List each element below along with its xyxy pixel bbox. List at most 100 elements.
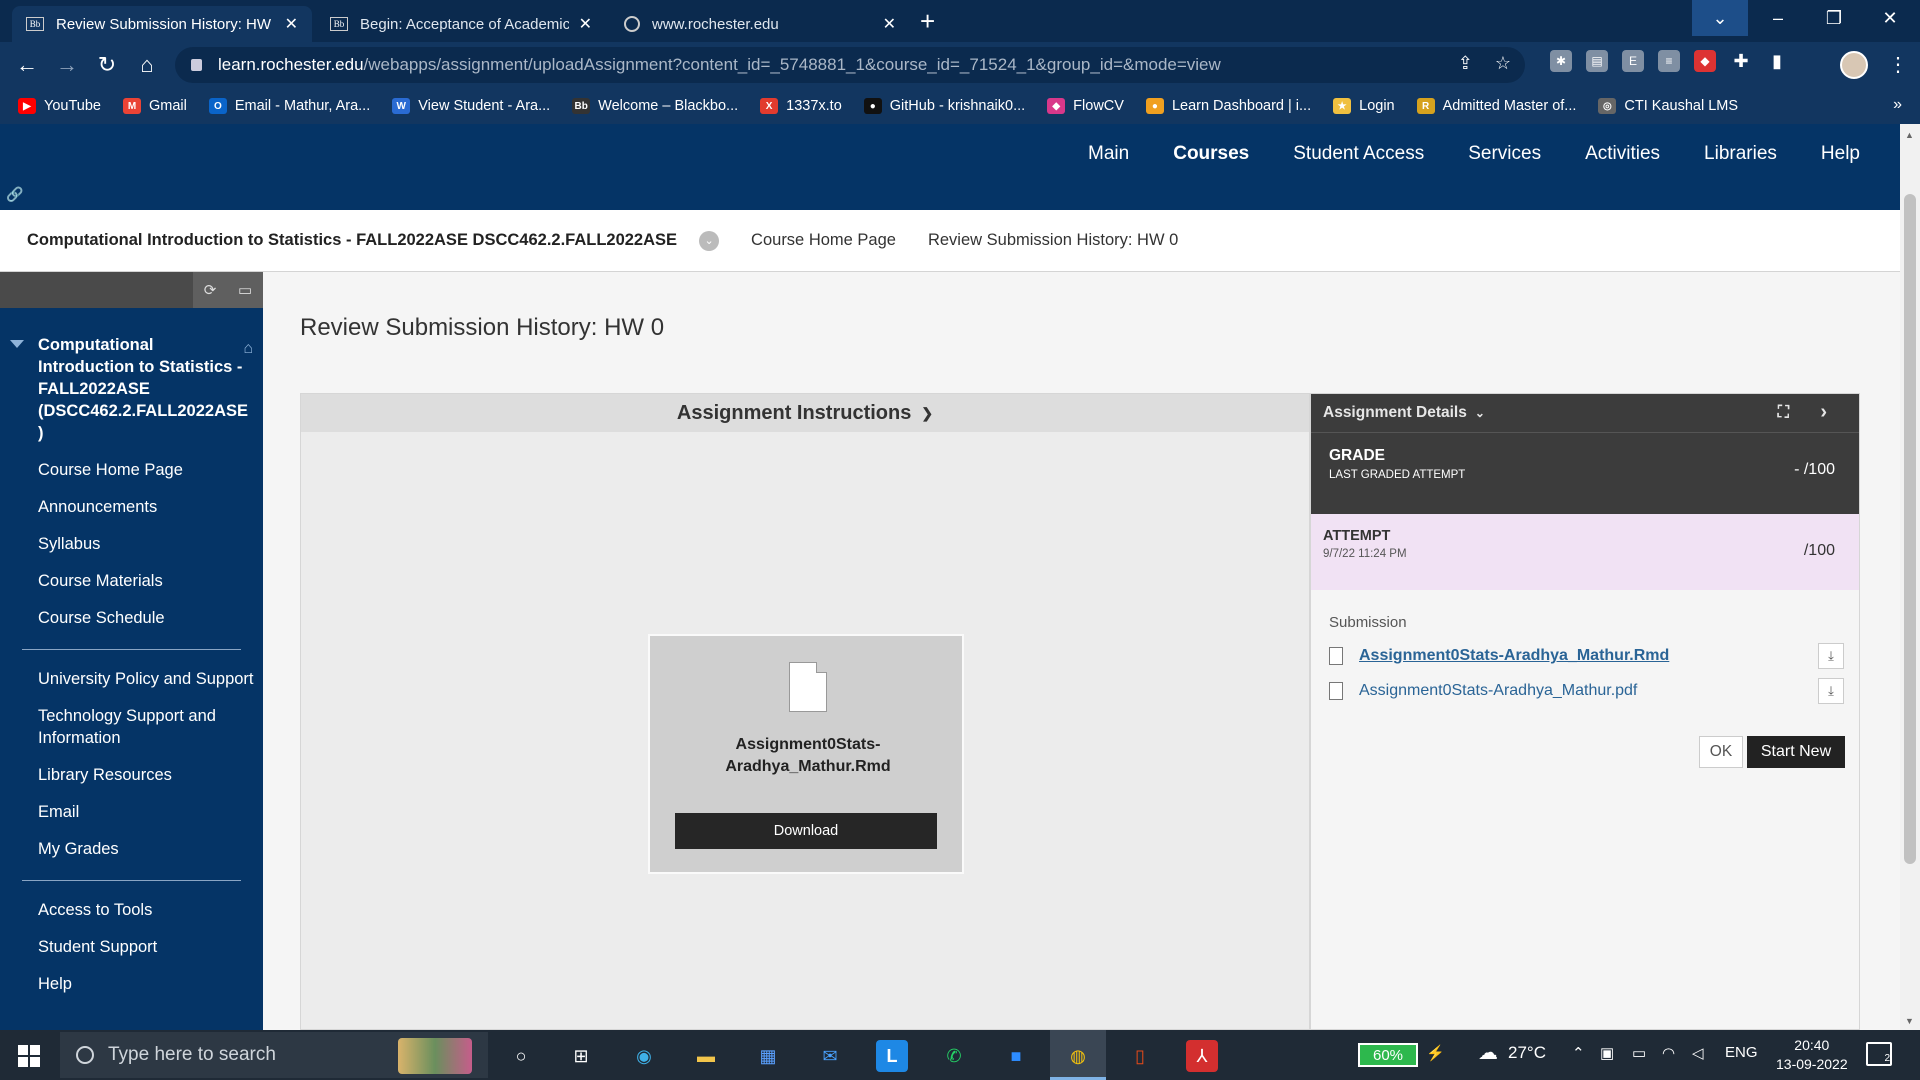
zoom-icon[interactable]: ■ bbox=[1000, 1040, 1032, 1072]
sidebar-item-course-schedule[interactable]: Course Schedule bbox=[0, 607, 263, 629]
whatsapp-icon[interactable]: ✆ bbox=[938, 1040, 970, 1072]
menu-icon[interactable]: ⋮ bbox=[1888, 52, 1908, 77]
bookmark-item[interactable]: M Gmail bbox=[122, 98, 187, 114]
nav-item-help[interactable]: Help bbox=[1821, 143, 1860, 165]
sidebar-item-announcements[interactable]: Announcements bbox=[0, 496, 263, 518]
bookmark-item[interactable]: ★ Login bbox=[1333, 98, 1395, 114]
close-tab-icon[interactable]: ✕ bbox=[285, 14, 298, 34]
close-tab-icon[interactable]: ✕ bbox=[579, 14, 592, 34]
download-button[interactable]: Download bbox=[675, 813, 937, 849]
puzzle-icon[interactable]: ✚ bbox=[1730, 50, 1752, 72]
download-icon[interactable]: ⤓ bbox=[1818, 643, 1844, 669]
sidebar-course-title[interactable]: Computational Introduction to Statistics… bbox=[0, 308, 263, 444]
nav-item-courses[interactable]: Courses bbox=[1173, 143, 1249, 165]
side-panel-icon[interactable]: ▮ bbox=[1766, 50, 1788, 72]
bookmark-item[interactable]: ◆ FlowCV bbox=[1047, 98, 1124, 114]
mail-icon[interactable]: ✉ bbox=[814, 1040, 846, 1072]
extension-icon[interactable]: ≡ bbox=[1658, 50, 1680, 72]
collapse-icon[interactable] bbox=[10, 340, 24, 348]
link-icon[interactable]: 🔗 bbox=[6, 186, 23, 203]
sidebar-item-course-materials[interactable]: Course Materials bbox=[0, 570, 263, 592]
extension-icon[interactable]: ▤ bbox=[1586, 50, 1608, 72]
minimize-button[interactable]: – bbox=[1750, 0, 1806, 36]
extension-icon[interactable]: ✱ bbox=[1550, 50, 1572, 72]
tab-rochester[interactable]: www.rochester.edu ✕ bbox=[610, 6, 910, 42]
submission-file-link[interactable]: Assignment0Stats-Aradhya_Mathur.Rmd bbox=[1359, 647, 1818, 665]
language-indicator[interactable]: ENG bbox=[1725, 1044, 1758, 1061]
file-explorer-icon[interactable]: ▬ bbox=[690, 1040, 722, 1072]
taskbar-search[interactable]: Type here to search bbox=[60, 1032, 488, 1078]
page-scrollbar[interactable]: ▲ ▼ bbox=[1900, 124, 1920, 1030]
edge-icon[interactable]: ◉ bbox=[628, 1040, 660, 1072]
restore-button[interactable]: ❐ bbox=[1806, 0, 1862, 36]
sidebar-item-help[interactable]: Help bbox=[0, 973, 263, 995]
notification-icon[interactable]: 2 bbox=[1866, 1042, 1892, 1066]
close-tab-icon[interactable]: ✕ bbox=[883, 14, 896, 34]
sidebar-item-email[interactable]: Email bbox=[0, 801, 263, 823]
sidebar-item-technology-support-and-information[interactable]: Technology Support and Information bbox=[0, 705, 263, 749]
sidebar-item-my-grades[interactable]: My Grades bbox=[0, 838, 263, 860]
attempt-row[interactable]: ATTEMPT 9/7/22 11:24 PM /100 bbox=[1311, 514, 1859, 590]
tab-acceptance[interactable]: Bb Begin: Acceptance of Academic H ✕ bbox=[316, 6, 606, 42]
home-icon[interactable]: ⌂ bbox=[132, 50, 162, 80]
nav-item-activities[interactable]: Activities bbox=[1585, 143, 1660, 165]
bookmark-item[interactable]: Bb Welcome – Blackbo... bbox=[572, 98, 738, 114]
cloud-icon[interactable]: ☁ bbox=[1478, 1040, 1498, 1065]
forward-icon[interactable]: → bbox=[52, 50, 82, 80]
bookmark-item[interactable]: R Admitted Master of... bbox=[1416, 98, 1576, 114]
wifi-icon[interactable]: ◠ bbox=[1662, 1044, 1675, 1062]
nav-item-student-access[interactable]: Student Access bbox=[1293, 143, 1424, 165]
bookmark-item[interactable]: O Email - Mathur, Ara... bbox=[208, 98, 370, 114]
acrobat-icon[interactable]: ⅄ bbox=[1186, 1040, 1218, 1072]
tab-search-button[interactable]: ⌄ bbox=[1692, 0, 1748, 36]
instructions-toggle[interactable]: Assignment Instructions ❯ bbox=[301, 394, 1309, 432]
refresh-icon[interactable]: ⟳ bbox=[204, 281, 217, 299]
volume-icon[interactable]: ◁ bbox=[1692, 1044, 1704, 1062]
battery-indicator[interactable]: 60% bbox=[1358, 1043, 1418, 1067]
chrome-icon[interactable]: ◍ bbox=[1062, 1040, 1094, 1072]
expand-icon[interactable]: ⛶ bbox=[1778, 404, 1789, 422]
battery-icon[interactable]: ▭ bbox=[1632, 1044, 1646, 1062]
start-new-button[interactable]: Start New bbox=[1747, 736, 1845, 768]
shield-extension-icon[interactable]: ◆ bbox=[1694, 50, 1716, 72]
new-tab-button[interactable]: + bbox=[920, 8, 935, 34]
more-bookmarks-icon[interactable]: » bbox=[1893, 96, 1902, 114]
bookmark-item[interactable]: ● GitHub - krishnaik0... bbox=[863, 98, 1025, 114]
extension-icon[interactable]: E bbox=[1622, 50, 1644, 72]
folder-icon[interactable]: ▭ bbox=[238, 281, 252, 299]
bookmark-item[interactable]: ● Learn Dashboard | i... bbox=[1145, 98, 1311, 114]
sidebar-item-university-policy-and-support[interactable]: University Policy and Support bbox=[0, 668, 263, 690]
close-window-button[interactable]: ✕ bbox=[1862, 0, 1918, 36]
download-icon[interactable]: ⤓ bbox=[1818, 678, 1844, 704]
nav-item-services[interactable]: Services bbox=[1468, 143, 1541, 165]
chevron-down-icon[interactable]: ⌄ bbox=[699, 230, 720, 251]
chevron-up-icon[interactable]: ⌃ bbox=[1572, 1044, 1585, 1062]
sidebar-item-student-support[interactable]: Student Support bbox=[0, 936, 263, 958]
nav-item-libraries[interactable]: Libraries bbox=[1704, 143, 1777, 165]
reload-icon[interactable]: ↻ bbox=[92, 50, 122, 80]
office-icon[interactable]: ▯ bbox=[1124, 1040, 1156, 1072]
task-view-icon[interactable]: ⊞ bbox=[565, 1040, 597, 1072]
nav-item-main[interactable]: Main bbox=[1088, 143, 1129, 165]
device-icon[interactable]: ▣ bbox=[1600, 1044, 1614, 1062]
back-icon[interactable]: ← bbox=[12, 50, 42, 80]
details-header[interactable]: Assignment Details ⌄ ⛶ › bbox=[1311, 394, 1859, 432]
cortana-icon[interactable]: ○ bbox=[505, 1040, 537, 1072]
weather-temp[interactable]: 27°C bbox=[1508, 1043, 1546, 1063]
store-icon[interactable]: ▦ bbox=[752, 1040, 784, 1072]
bookmark-item[interactable]: ▶ YouTube bbox=[18, 98, 101, 114]
sidebar-item-course-home-page[interactable]: Course Home Page bbox=[0, 459, 263, 481]
bookmark-item[interactable]: X 1337x.to bbox=[760, 98, 842, 114]
sidebar-item-syllabus[interactable]: Syllabus bbox=[0, 533, 263, 555]
home-icon[interactable]: ⌂ bbox=[243, 338, 253, 360]
scroll-thumb[interactable] bbox=[1904, 194, 1916, 864]
l-app-icon[interactable]: L bbox=[876, 1040, 908, 1072]
clock[interactable]: 20:40 13-09-2022 bbox=[1776, 1036, 1848, 1074]
windows-start-icon[interactable] bbox=[18, 1045, 40, 1067]
breadcrumb-course-home[interactable]: Course Home Page bbox=[751, 231, 896, 250]
bookmark-star-icon[interactable]: ☆ bbox=[1495, 53, 1511, 74]
scroll-down-icon[interactable]: ▼ bbox=[1905, 1016, 1914, 1026]
bookmark-item[interactable]: W View Student - Ara... bbox=[392, 98, 550, 114]
sidebar-item-library-resources[interactable]: Library Resources bbox=[0, 764, 263, 786]
sidebar-item-access-to-tools[interactable]: Access to Tools bbox=[0, 899, 263, 921]
